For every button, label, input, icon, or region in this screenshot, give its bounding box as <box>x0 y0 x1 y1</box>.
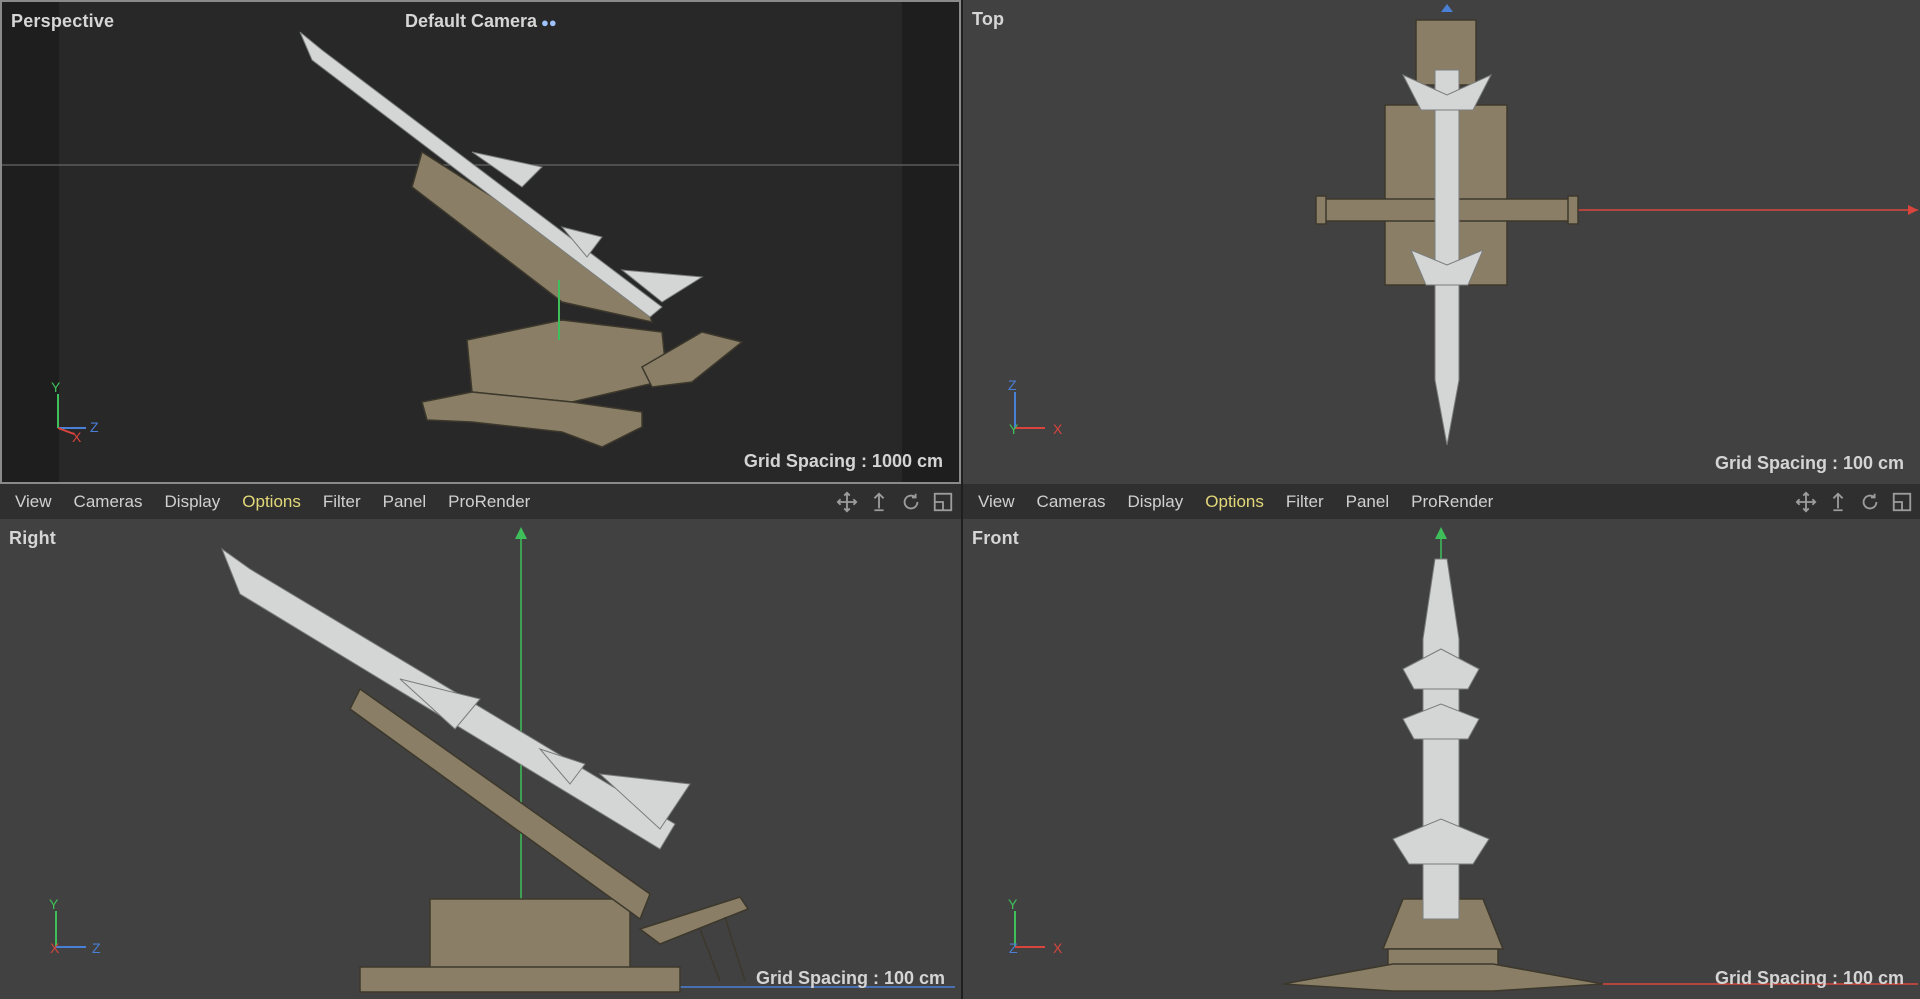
rotate-icon[interactable] <box>1858 490 1882 514</box>
viewport-nav-icons <box>1794 490 1914 514</box>
viewport-menubar-right: View Cameras Display Options Filter Pane… <box>963 484 1920 519</box>
maximize-icon[interactable] <box>931 490 955 514</box>
right-scene: Y X Z <box>49 527 955 993</box>
menu-view[interactable]: View <box>0 492 63 512</box>
svg-text:Z: Z <box>90 419 99 435</box>
top-scene: Z Y X <box>1008 4 1918 446</box>
grid-spacing-label: Grid Spacing : 1000 cm <box>743 451 943 471</box>
missile-model-front <box>1392 558 1490 920</box>
move-icon[interactable] <box>1794 490 1818 514</box>
svg-text:Z: Z <box>92 940 101 956</box>
launcher-model <box>411 150 744 448</box>
perspective-scene: Y X Z <box>2 2 959 482</box>
axis-gizmo <box>1014 392 1045 429</box>
axis-gizmo <box>1014 911 1045 948</box>
menu-display[interactable]: Display <box>154 492 232 512</box>
svg-text:X: X <box>50 940 60 956</box>
viewport-title: Right <box>9 528 56 548</box>
dolly-icon[interactable] <box>1826 490 1850 514</box>
move-icon[interactable] <box>835 490 859 514</box>
viewport-nav-icons <box>835 490 955 514</box>
camera-name: Default Camera <box>405 11 538 31</box>
menu-cameras[interactable]: Cameras <box>1026 492 1117 512</box>
viewport-divider[interactable] <box>961 0 963 999</box>
viewport-menubar-left: View Cameras Display Options Filter Pane… <box>0 484 961 519</box>
svg-text:X: X <box>1053 421 1063 437</box>
viewport-title: Perspective <box>11 11 115 31</box>
grid-spacing-label: Grid Spacing : 100 cm <box>1714 453 1904 473</box>
menu-panel[interactable]: Panel <box>1335 492 1400 512</box>
menu-options[interactable]: Options <box>231 492 312 512</box>
grid-spacing-label: Grid Spacing : 100 cm <box>1714 968 1904 988</box>
svg-text:Y: Y <box>1008 896 1018 912</box>
right-viewport[interactable]: Y X Z Right Grid Spacing : 100 cm <box>0 519 961 999</box>
menu-prorender[interactable]: ProRender <box>1400 492 1504 512</box>
dolly-icon[interactable] <box>867 490 891 514</box>
camera-icon[interactable]: ●● <box>541 15 557 30</box>
menu-display[interactable]: Display <box>1117 492 1195 512</box>
launcher-model-right <box>349 687 750 993</box>
menu-cameras[interactable]: Cameras <box>63 492 154 512</box>
grid-spacing-label: Grid Spacing : 100 cm <box>755 968 945 988</box>
menu-view[interactable]: View <box>963 492 1026 512</box>
viewport-title: Front <box>972 528 1019 548</box>
front-scene: Y Z X <box>1008 527 1918 992</box>
svg-text:X: X <box>72 429 82 445</box>
menu-options[interactable]: Options <box>1194 492 1275 512</box>
front-viewport[interactable]: Y Z X Front Grid Spacing : 100 cm <box>963 519 1920 999</box>
top-viewport[interactable]: Z Y X Top Grid Spacing : 100 cm <box>963 0 1920 484</box>
maximize-icon[interactable] <box>1890 490 1914 514</box>
svg-text:Y: Y <box>49 896 59 912</box>
menu-filter[interactable]: Filter <box>312 492 372 512</box>
menu-filter[interactable]: Filter <box>1275 492 1335 512</box>
svg-text:X: X <box>1053 940 1063 956</box>
svg-text:Z: Z <box>1008 377 1017 393</box>
axis-gizmo <box>55 911 86 948</box>
missile-model-right <box>220 547 691 850</box>
perspective-viewport[interactable]: Y X Z Perspective Default Camera ●● Grid … <box>0 0 961 484</box>
svg-text:Y: Y <box>51 379 61 395</box>
menu-prorender[interactable]: ProRender <box>437 492 541 512</box>
svg-text:Y: Y <box>1009 421 1019 437</box>
missile-model <box>299 31 704 318</box>
rotate-icon[interactable] <box>899 490 923 514</box>
svg-text:Z: Z <box>1009 940 1018 956</box>
menu-panel[interactable]: Panel <box>372 492 437 512</box>
camera-selector[interactable]: Default Camera ●● <box>405 11 557 32</box>
viewport-title: Top <box>972 9 1005 29</box>
axis-gizmo <box>57 394 86 435</box>
